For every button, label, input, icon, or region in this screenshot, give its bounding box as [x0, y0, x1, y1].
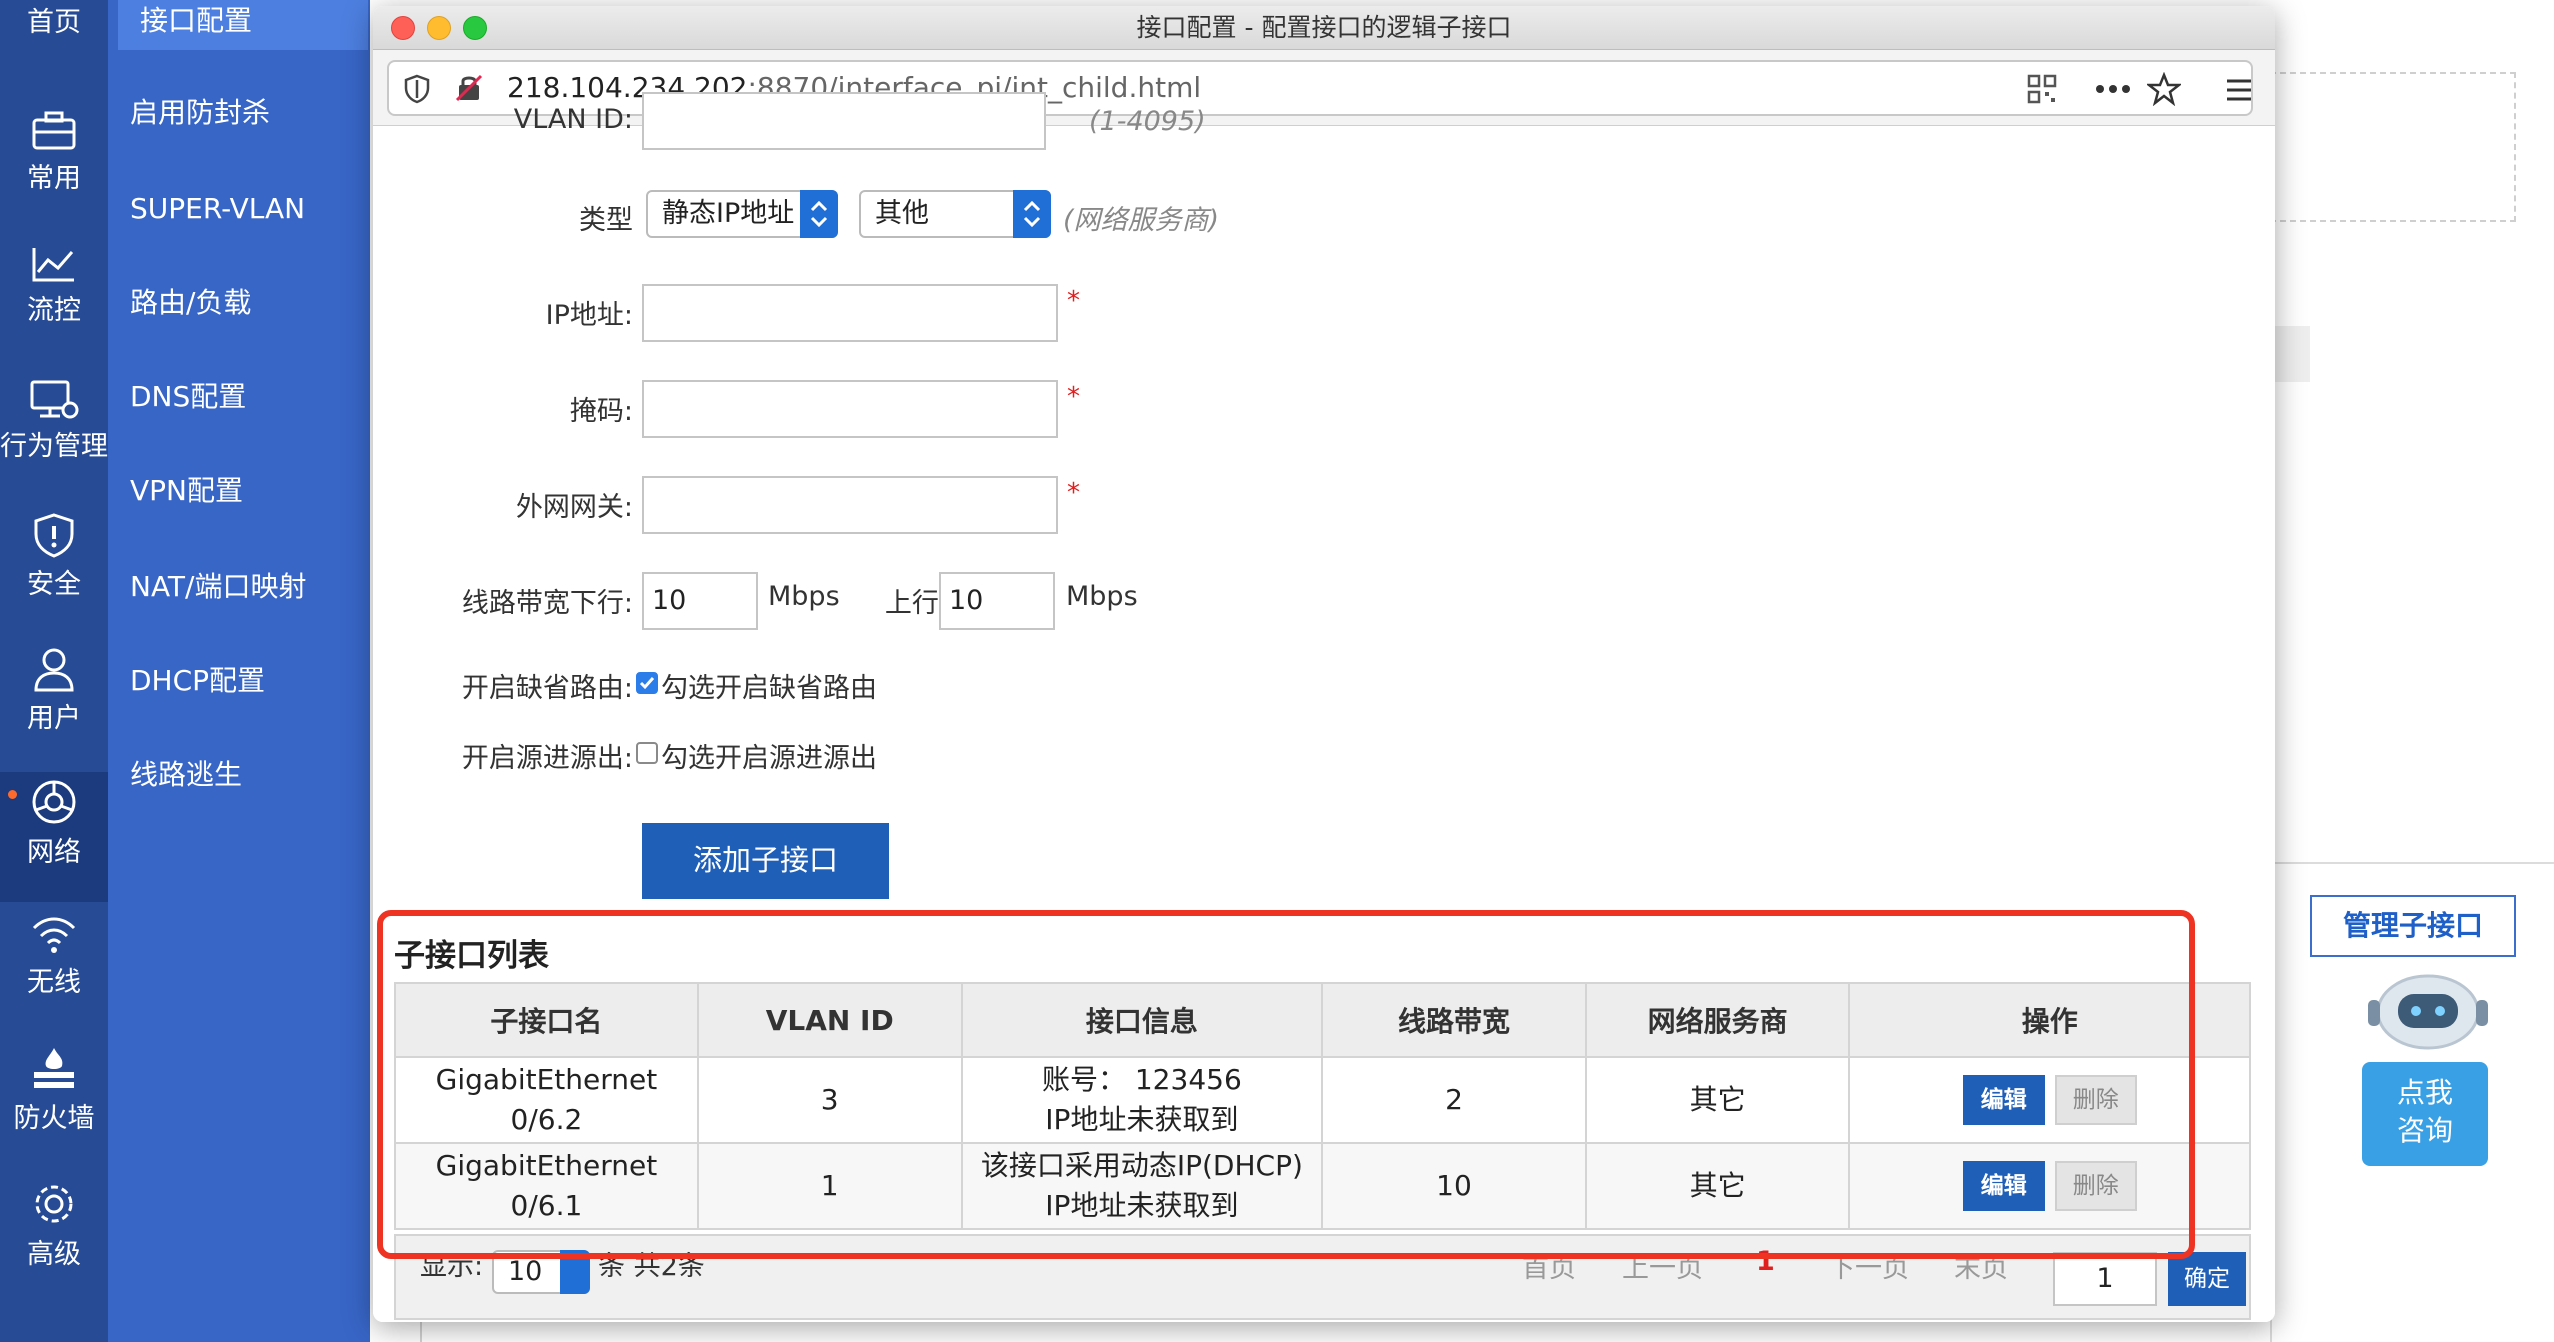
- network-submenu: 接口配置 启用防封杀 SUPER-VLAN 路由/负载 DNS配置 VPN配置 …: [108, 0, 370, 1342]
- toolbox-icon: [32, 111, 76, 150]
- main-sidebar: 首页 常用 流控 行为管理 安全 用户 网络 无线 防火墙 高级: [0, 0, 108, 1342]
- type-label: 类型: [579, 205, 633, 236]
- chevron-updown-icon: [1013, 190, 1051, 238]
- vlan-id-label: VLAN ID:: [513, 104, 633, 135]
- hamburger-menu-icon[interactable]: [2225, 78, 2253, 102]
- goto-page-input[interactable]: 1: [2053, 1252, 2157, 1306]
- vlan-id-input[interactable]: [642, 92, 1046, 150]
- sidebar-item-label: 流控: [27, 295, 81, 326]
- page-content: VLAN ID: (1-4095) 类型 静态IP地址 其他 (网络服务商) I…: [373, 92, 2275, 1322]
- insecure-lock-icon[interactable]: [453, 72, 485, 104]
- submenu-item-dns[interactable]: DNS配置: [108, 350, 370, 444]
- add-subinterface-button[interactable]: 添加子接口: [642, 823, 889, 899]
- sidebar-item-network[interactable]: 网络: [0, 772, 108, 902]
- firewall-icon: [34, 1048, 74, 1088]
- sidebar-item-user[interactable]: 用户: [0, 640, 108, 770]
- sidebar-item-common[interactable]: 常用: [0, 104, 108, 234]
- bandwidth-up-label: 上行:: [884, 588, 948, 619]
- sidebar-item-label: 用户: [27, 703, 81, 734]
- qr-code-icon[interactable]: [2027, 74, 2057, 104]
- submenu-item-line-escape[interactable]: 线路逃生: [108, 728, 370, 822]
- consult-button[interactable]: 点我 咨询: [2362, 1062, 2488, 1166]
- bandwidth-down-label: 线路带宽下行:: [461, 588, 633, 619]
- default-route-text[interactable]: 勾选开启缺省路由: [661, 666, 877, 705]
- sidebar-item-label: 网络: [27, 837, 81, 868]
- sidebar-item-label: 安全: [27, 569, 81, 600]
- chevron-updown-icon: [800, 190, 838, 238]
- isp-select-value: 其他: [875, 198, 929, 229]
- type-select-value: 静态IP地址: [662, 198, 795, 229]
- required-mark: *: [1067, 382, 1080, 412]
- submenu-item-interface[interactable]: 接口配置: [118, 0, 368, 50]
- bookmark-star-icon[interactable]: [2147, 72, 2181, 106]
- isp-select[interactable]: 其他: [859, 190, 1051, 238]
- gateway-label: 外网网关:: [515, 492, 633, 523]
- default-route-checkbox[interactable]: [636, 672, 658, 694]
- sidebar-item-behavior[interactable]: 行为管理: [0, 372, 108, 502]
- submenu-item-anti-block[interactable]: 启用防封杀: [108, 66, 370, 160]
- monitor-icon: [30, 380, 79, 419]
- manage-subinterface-button[interactable]: 管理子接口: [2310, 895, 2516, 957]
- default-route-label: 开启缺省路由:: [461, 673, 633, 704]
- page-size-value: 10: [508, 1256, 543, 1287]
- consult-line: 咨询: [2396, 1114, 2453, 1147]
- sidebar-item-advanced[interactable]: 高级: [0, 1174, 108, 1304]
- mask-label: 掩码:: [569, 396, 633, 427]
- sidebar-item-label: 高级: [27, 1239, 81, 1270]
- mask-input[interactable]: [642, 380, 1058, 438]
- notification-dot: [8, 790, 17, 799]
- desktop: 首页 常用 流控 行为管理 安全 用户 网络 无线 防火墙 高级 接口配置 启用…: [0, 0, 2554, 1342]
- robot-avatar: [2362, 960, 2494, 1064]
- ip-address-label: IP地址:: [545, 300, 633, 331]
- shield-icon: [404, 74, 430, 104]
- sidebar-item-home[interactable]: 首页: [0, 0, 108, 80]
- window-titlebar: 接口配置 - 配置接口的逻辑子接口: [373, 6, 2275, 50]
- vlan-id-hint: (1-4095): [1089, 106, 1206, 137]
- shield-icon: [34, 513, 74, 558]
- goto-page-button[interactable]: 确定: [2168, 1252, 2246, 1306]
- sidebar-item-wireless[interactable]: 无线: [0, 906, 108, 1036]
- sidebar-item-label: 行为管理: [0, 431, 108, 462]
- sidebar-item-label: 防火墙: [13, 1103, 95, 1134]
- wifi-icon: [32, 917, 76, 953]
- source-route-checkbox[interactable]: [636, 742, 658, 764]
- gateway-input[interactable]: [642, 476, 1058, 534]
- checkmark-icon: [639, 677, 655, 690]
- window-title: 接口配置 - 配置接口的逻辑子接口: [1136, 13, 1512, 42]
- network-icon: [32, 780, 76, 824]
- sidebar-item-flow[interactable]: 流控: [0, 238, 108, 368]
- submenu-item-super-vlan[interactable]: SUPER-VLAN: [108, 162, 370, 256]
- more-options-icon[interactable]: [2095, 84, 2131, 94]
- highlight-frame: [377, 910, 2195, 1259]
- isp-hint: (网络服务商): [1063, 205, 1220, 236]
- chart-icon: [32, 248, 74, 282]
- background-bar: [2270, 326, 2310, 382]
- browser-popup-window: 接口配置 - 配置接口的逻辑子接口 218.104.234.202:8870/i…: [373, 6, 2275, 1322]
- submenu-item-vpn[interactable]: VPN配置: [108, 444, 370, 538]
- background-edge: [420, 1322, 2270, 1342]
- submenu-item-routing[interactable]: 路由/负载: [108, 256, 370, 350]
- submenu-item-nat[interactable]: NAT/端口映射: [108, 540, 370, 634]
- bandwidth-up-input[interactable]: 10: [939, 572, 1055, 630]
- source-route-text[interactable]: 勾选开启源进源出: [661, 736, 877, 775]
- sidebar-item-security[interactable]: 安全: [0, 506, 108, 636]
- sidebar-item-firewall[interactable]: 防火墙: [0, 1040, 108, 1170]
- sidebar-item-label: 首页: [27, 7, 81, 38]
- type-select[interactable]: 静态IP地址: [646, 190, 838, 238]
- source-route-label: 开启源进源出:: [461, 743, 633, 774]
- bandwidth-unit: Mbps: [768, 581, 840, 612]
- bandwidth-down-input[interactable]: 10: [642, 572, 758, 630]
- ip-address-input[interactable]: [642, 284, 1058, 342]
- consult-line: 点我: [2396, 1076, 2453, 1109]
- background-panel: [2270, 72, 2516, 222]
- submenu-item-dhcp[interactable]: DHCP配置: [108, 634, 370, 728]
- sidebar-item-label: 无线: [27, 967, 81, 998]
- gear-icon: [35, 1185, 73, 1223]
- bandwidth-unit: Mbps: [1066, 581, 1138, 612]
- required-mark: *: [1067, 286, 1080, 316]
- user-icon: [34, 648, 74, 692]
- required-mark: *: [1067, 478, 1080, 508]
- sidebar-item-label: 常用: [27, 163, 81, 194]
